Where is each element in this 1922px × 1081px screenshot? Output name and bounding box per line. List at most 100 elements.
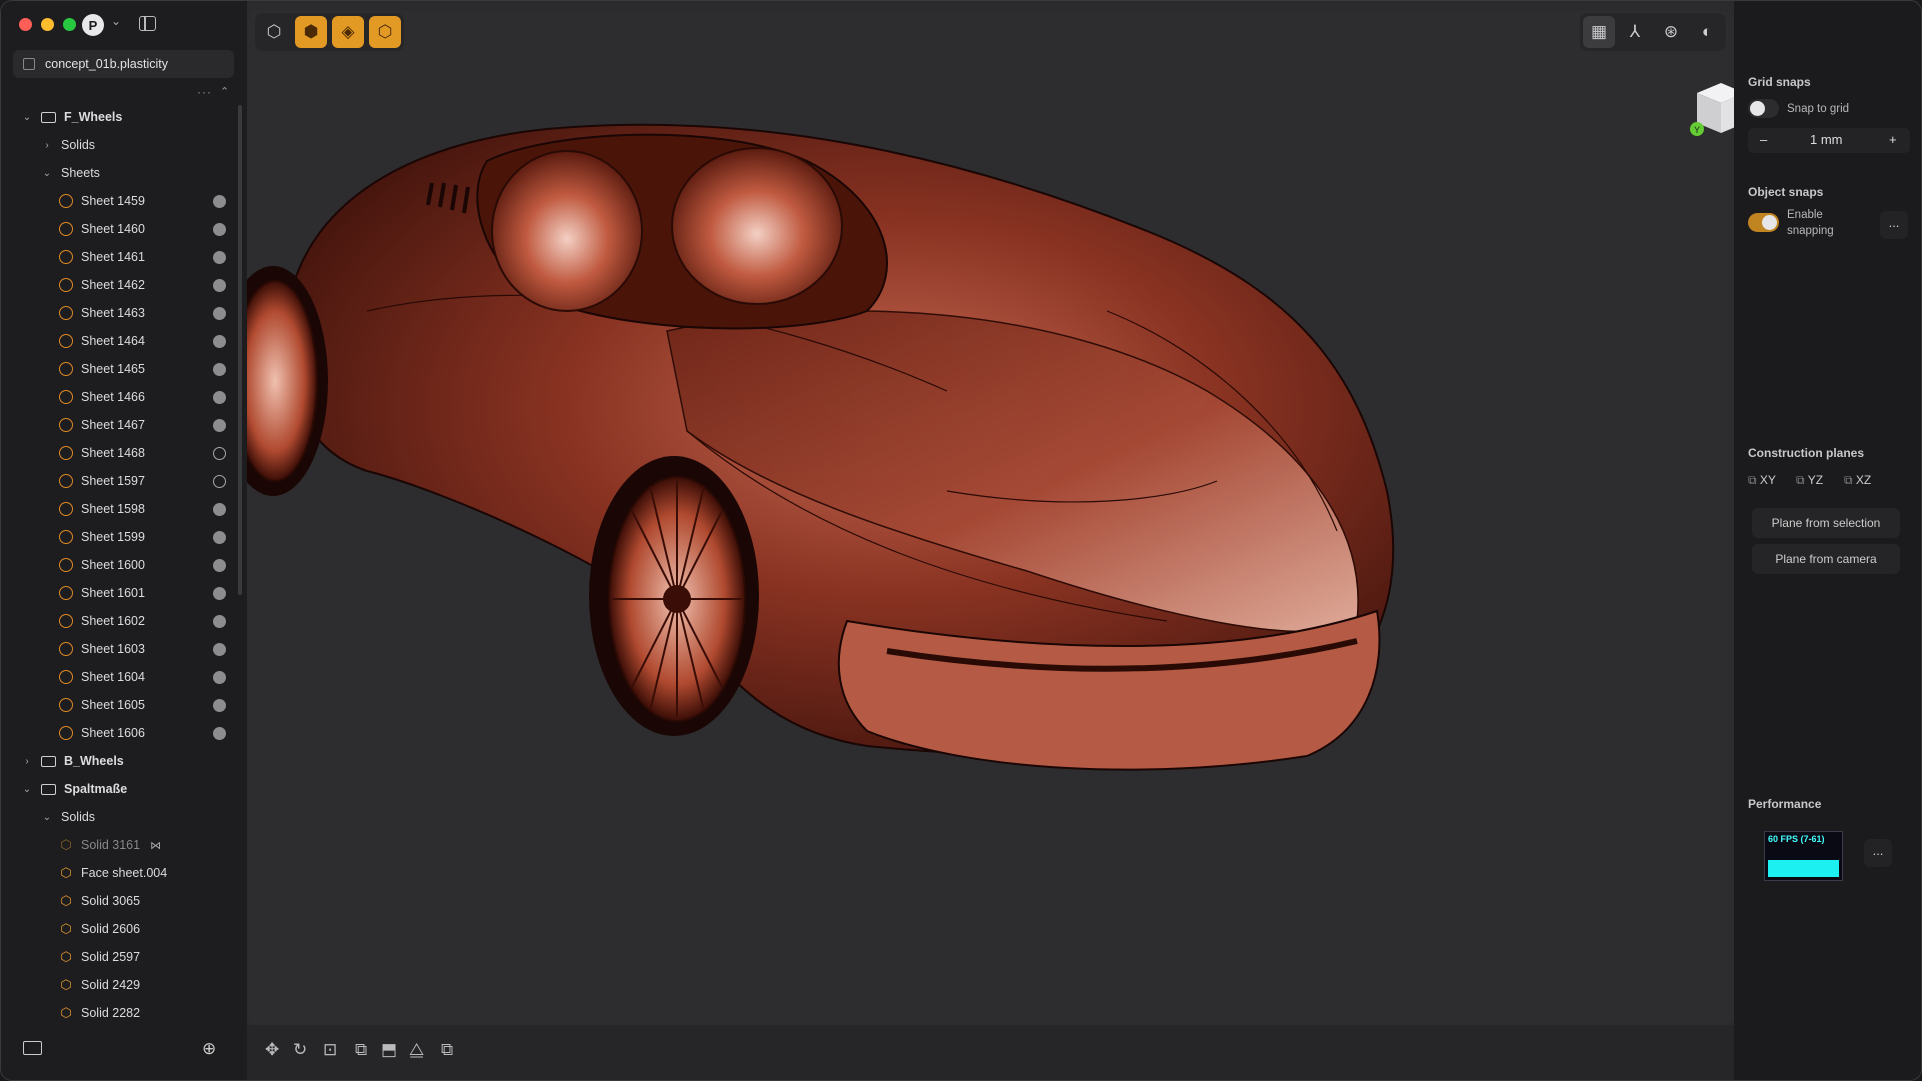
tree-row[interactable]: Sheet 1597 <box>1 467 239 495</box>
visibility-dot-icon[interactable] <box>213 698 226 712</box>
outliner-scrollbar[interactable] <box>238 105 242 595</box>
face-select-icon[interactable]: ◈ <box>332 16 364 48</box>
plane-from-camera-button[interactable]: Plane from camera <box>1752 544 1900 574</box>
performance-more-button[interactable]: ... <box>1864 839 1892 867</box>
vertex-select-icon[interactable]: ⬡ <box>258 16 290 48</box>
edge-select-icon[interactable]: ⬢ <box>295 16 327 48</box>
extrude-icon[interactable]: ⬒ <box>381 1040 397 1060</box>
plane-xz-button[interactable]: ⧉ XZ <box>1844 473 1871 488</box>
array-icon[interactable]: ⧉ <box>441 1040 453 1060</box>
increment-button[interactable]: + <box>1889 132 1897 147</box>
outliner-more-icon[interactable]: ··· <box>197 85 212 99</box>
xray-icon[interactable]: ◐ <box>1691 16 1723 48</box>
tree-row[interactable]: Sheet 1604 <box>1 663 239 691</box>
tree-row[interactable]: Sheet 1598 <box>1 495 239 523</box>
visibility-dot-icon[interactable] <box>213 586 226 600</box>
folder-icon[interactable] <box>23 1041 42 1055</box>
render-mode-icon[interactable]: ⊛ <box>1655 16 1687 48</box>
visibility-dot-icon[interactable] <box>213 390 226 404</box>
viewport-canvas[interactable] <box>247 11 1734 1025</box>
tree-row[interactable]: Sheet 1606 <box>1 719 239 747</box>
tree-row[interactable]: Sheet 1460 <box>1 215 239 243</box>
grid-size-stepper[interactable]: – 1 mm + <box>1748 128 1910 153</box>
minimize-window-button[interactable] <box>41 18 54 31</box>
grid-icon[interactable]: ▦ <box>1583 16 1615 48</box>
visibility-dot-icon[interactable] <box>213 614 226 628</box>
rotate-icon[interactable]: ↻ <box>293 1040 307 1060</box>
visibility-dot-icon[interactable] <box>213 446 226 460</box>
snap-to-grid-toggle[interactable] <box>1748 99 1779 118</box>
tree-row[interactable]: ⌄ F_Wheels <box>1 103 239 131</box>
tree-row[interactable]: ⬡ Solid 2282 <box>1 999 239 1021</box>
hidden-eye-icon[interactable]: ⋈ <box>150 839 161 852</box>
tree-row[interactable]: ⬡ Solid 2429 <box>1 971 239 999</box>
zoom-search-icon[interactable]: ⊕ <box>202 1039 216 1059</box>
move-icon[interactable]: ✥ <box>265 1040 279 1060</box>
mirror-icon[interactable]: ⧋ <box>409 1040 424 1060</box>
tree-row[interactable]: ⌄ Sheets <box>1 159 239 187</box>
visibility-dot-icon[interactable] <box>213 362 226 376</box>
tree-row[interactable]: Sheet 1459 <box>1 187 239 215</box>
visibility-dot-icon[interactable] <box>213 502 226 516</box>
tree-row[interactable]: › B_Wheels <box>1 747 239 775</box>
plane-yz-button[interactable]: ⧉ YZ <box>1796 473 1823 488</box>
visibility-dot-icon[interactable] <box>213 278 226 292</box>
visibility-dot-icon[interactable] <box>213 250 226 264</box>
tree-row[interactable]: Sheet 1466 <box>1 383 239 411</box>
visibility-dot-icon[interactable] <box>213 558 226 572</box>
visibility-dot-icon[interactable] <box>213 418 226 432</box>
zoom-window-button[interactable] <box>63 18 76 31</box>
tree-row[interactable]: Sheet 1605 <box>1 691 239 719</box>
scale-icon[interactable]: ⊡ <box>323 1040 337 1060</box>
tree-row[interactable]: ⬡ Solid 2606 <box>1 915 239 943</box>
visibility-dot-icon[interactable] <box>213 642 226 656</box>
tree-row[interactable]: ⬡ Solid 3161 ⋈ <box>1 831 239 859</box>
car-model-render[interactable] <box>247 11 1734 1025</box>
tree-row[interactable]: ⌄ Solids <box>1 803 239 831</box>
tree-row[interactable]: Sheet 1603 <box>1 635 239 663</box>
visibility-dot-icon[interactable] <box>213 306 226 320</box>
tree-row[interactable]: ⬡ Solid 2597 <box>1 943 239 971</box>
tree-row[interactable]: Sheet 1599 <box>1 523 239 551</box>
plane-from-selection-button[interactable]: Plane from selection <box>1752 508 1900 538</box>
chevron-right-icon[interactable]: › <box>21 756 33 767</box>
chevron-down-icon[interactable]: ⌄ <box>41 812 53 823</box>
visibility-dot-icon[interactable] <box>213 222 226 236</box>
tree-row[interactable]: Sheet 1461 <box>1 243 239 271</box>
chevron-down-icon[interactable]: ⌄ <box>21 112 33 123</box>
visibility-dot-icon[interactable] <box>213 474 226 488</box>
tree-row[interactable]: ⬡ Face sheet.004 <box>1 859 239 887</box>
tree-row[interactable]: Sheet 1463 <box>1 299 239 327</box>
close-window-button[interactable] <box>19 18 32 31</box>
tree-row[interactable]: Sheet 1464 <box>1 327 239 355</box>
file-name-box[interactable]: concept_01b.plasticity <box>13 50 234 78</box>
chevron-down-icon[interactable]: ⌄ <box>41 168 53 179</box>
decrement-button[interactable]: – <box>1760 132 1767 147</box>
sidebar-toggle-icon[interactable] <box>139 16 156 31</box>
solid-select-icon[interactable]: ⬡ <box>369 16 401 48</box>
tree-row[interactable]: › Solids <box>1 131 239 159</box>
3d-viewport[interactable]: ⬡⬢◈⬡ ▦⅄⊛◐ Z Y ╱∫⊙⬡☰▢∿✂⟋◑⬡⌸ ✥↻⊡⧉⬒⧋⧉ ••• <box>247 1 1754 1080</box>
tree-row[interactable]: ⌄ Spaltmaße <box>1 775 239 803</box>
plane-xy-button[interactable]: ⧉ XY <box>1748 473 1776 488</box>
tree-row[interactable]: ⬡ Solid 3065 <box>1 887 239 915</box>
chevron-down-icon[interactable]: ⌄ <box>111 14 121 28</box>
visibility-dot-icon[interactable] <box>213 670 226 684</box>
tree-row[interactable]: Sheet 1602 <box>1 607 239 635</box>
object-snaps-more-button[interactable]: ... <box>1880 211 1908 239</box>
tree-row[interactable]: Sheet 1467 <box>1 411 239 439</box>
tree-row[interactable]: Sheet 1600 <box>1 551 239 579</box>
visibility-dot-icon[interactable] <box>213 726 226 740</box>
chevron-down-icon[interactable]: ⌄ <box>21 784 33 795</box>
visibility-dot-icon[interactable] <box>213 334 226 348</box>
chevron-right-icon[interactable]: › <box>41 140 53 151</box>
visibility-dot-icon[interactable] <box>213 194 226 208</box>
enable-snapping-toggle[interactable] <box>1748 213 1779 232</box>
tree-row[interactable]: Sheet 1601 <box>1 579 239 607</box>
grid-size-value[interactable]: 1 mm <box>1810 132 1843 147</box>
tree-row[interactable]: Sheet 1468 <box>1 439 239 467</box>
duplicate-icon[interactable]: ⧉ <box>355 1040 367 1060</box>
app-logo[interactable]: P <box>82 14 104 36</box>
tree-row[interactable]: Sheet 1465 <box>1 355 239 383</box>
axes-icon[interactable]: ⅄ <box>1619 16 1651 48</box>
